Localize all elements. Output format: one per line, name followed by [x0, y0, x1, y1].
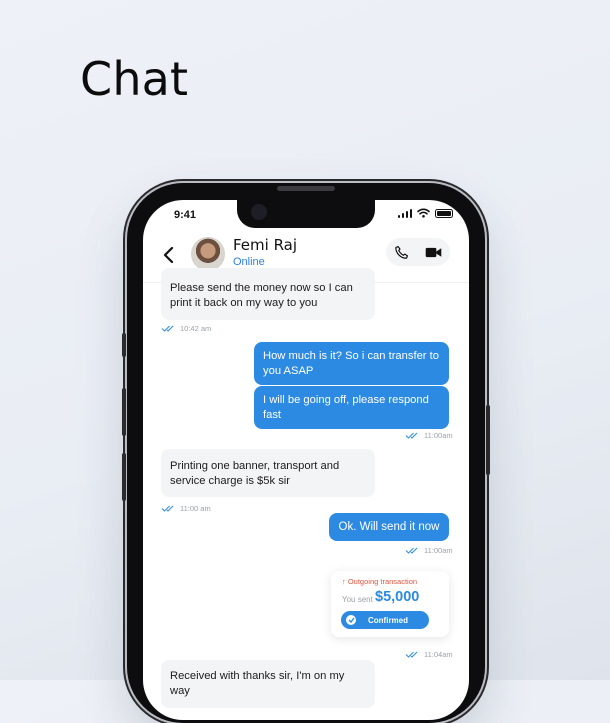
call-actions [386, 238, 450, 266]
status-icons [397, 208, 453, 218]
transaction-sent-label: You sent [342, 595, 373, 604]
double-check-icon [405, 547, 418, 554]
phone-frame: 9:41 Femi Raj Online Please send the mon… [122, 183, 490, 723]
transaction-card[interactable]: ↑ Outgoing transaction You sent $5,000 C… [331, 571, 449, 637]
power-button [486, 405, 490, 475]
message-time: 11:00 am [180, 504, 211, 513]
message-bubble-outgoing[interactable]: Ok. Will send it now [329, 513, 449, 541]
arrow-up-icon: ↑ [342, 577, 346, 586]
contact-name[interactable]: Femi Raj [233, 236, 297, 254]
back-chevron-icon[interactable] [161, 244, 177, 266]
status-time: 9:41 [174, 209, 197, 221]
message-time: 10:42 am [180, 324, 212, 333]
mute-switch [122, 333, 126, 357]
notch [237, 200, 375, 228]
front-camera [251, 204, 267, 220]
page-title: Chat [80, 52, 189, 106]
message-thread[interactable]: Please send the money now so I can print… [143, 268, 469, 720]
double-check-icon [405, 651, 418, 658]
transaction-amount: $5,000 [375, 589, 420, 605]
transaction-label: ↑ Outgoing transaction [342, 577, 417, 586]
double-check-icon [161, 505, 174, 512]
transaction-label-text: Outgoing transaction [347, 577, 418, 586]
speaker-grille [277, 186, 335, 191]
message-time: 11:04am [424, 650, 453, 659]
phone-icon[interactable] [394, 245, 409, 260]
message-meta: 10:42 am [161, 324, 211, 333]
phone-screen: 9:41 Femi Raj Online Please send the mon… [143, 200, 469, 720]
message-bubble-incoming[interactable]: Please send the money now so I can print… [161, 268, 375, 320]
message-bubble-incoming[interactable]: Printing one banner, transport and servi… [161, 449, 375, 497]
message-time: 11:00am [424, 431, 453, 440]
contact-status: Online [233, 256, 265, 268]
wifi-icon [417, 208, 430, 218]
video-camera-icon[interactable] [425, 246, 442, 259]
volume-down-button [122, 453, 126, 501]
message-bubble-outgoing[interactable]: How much is it? So i can transfer to you… [254, 342, 449, 385]
message-meta: 11:04am [405, 650, 453, 659]
message-bubble-outgoing[interactable]: I will be going off, please respond fast [254, 386, 449, 429]
message-time: 11:00am [424, 546, 453, 555]
message-meta: 11:00am [405, 431, 453, 440]
signal-icon [397, 208, 412, 218]
volume-up-button [122, 388, 126, 436]
avatar[interactable] [191, 237, 225, 271]
double-check-icon [405, 432, 418, 439]
battery-icon [435, 208, 453, 218]
message-meta: 11:00 am [161, 504, 211, 513]
transaction-status-button[interactable]: Confirmed [341, 611, 429, 629]
transaction-status: Confirmed [368, 615, 408, 625]
message-meta: 11:00am [405, 546, 453, 555]
double-check-icon [161, 325, 174, 332]
message-bubble-incoming[interactable]: Received with thanks sir, I'm on my way [161, 660, 375, 708]
check-circle-icon [346, 615, 356, 625]
